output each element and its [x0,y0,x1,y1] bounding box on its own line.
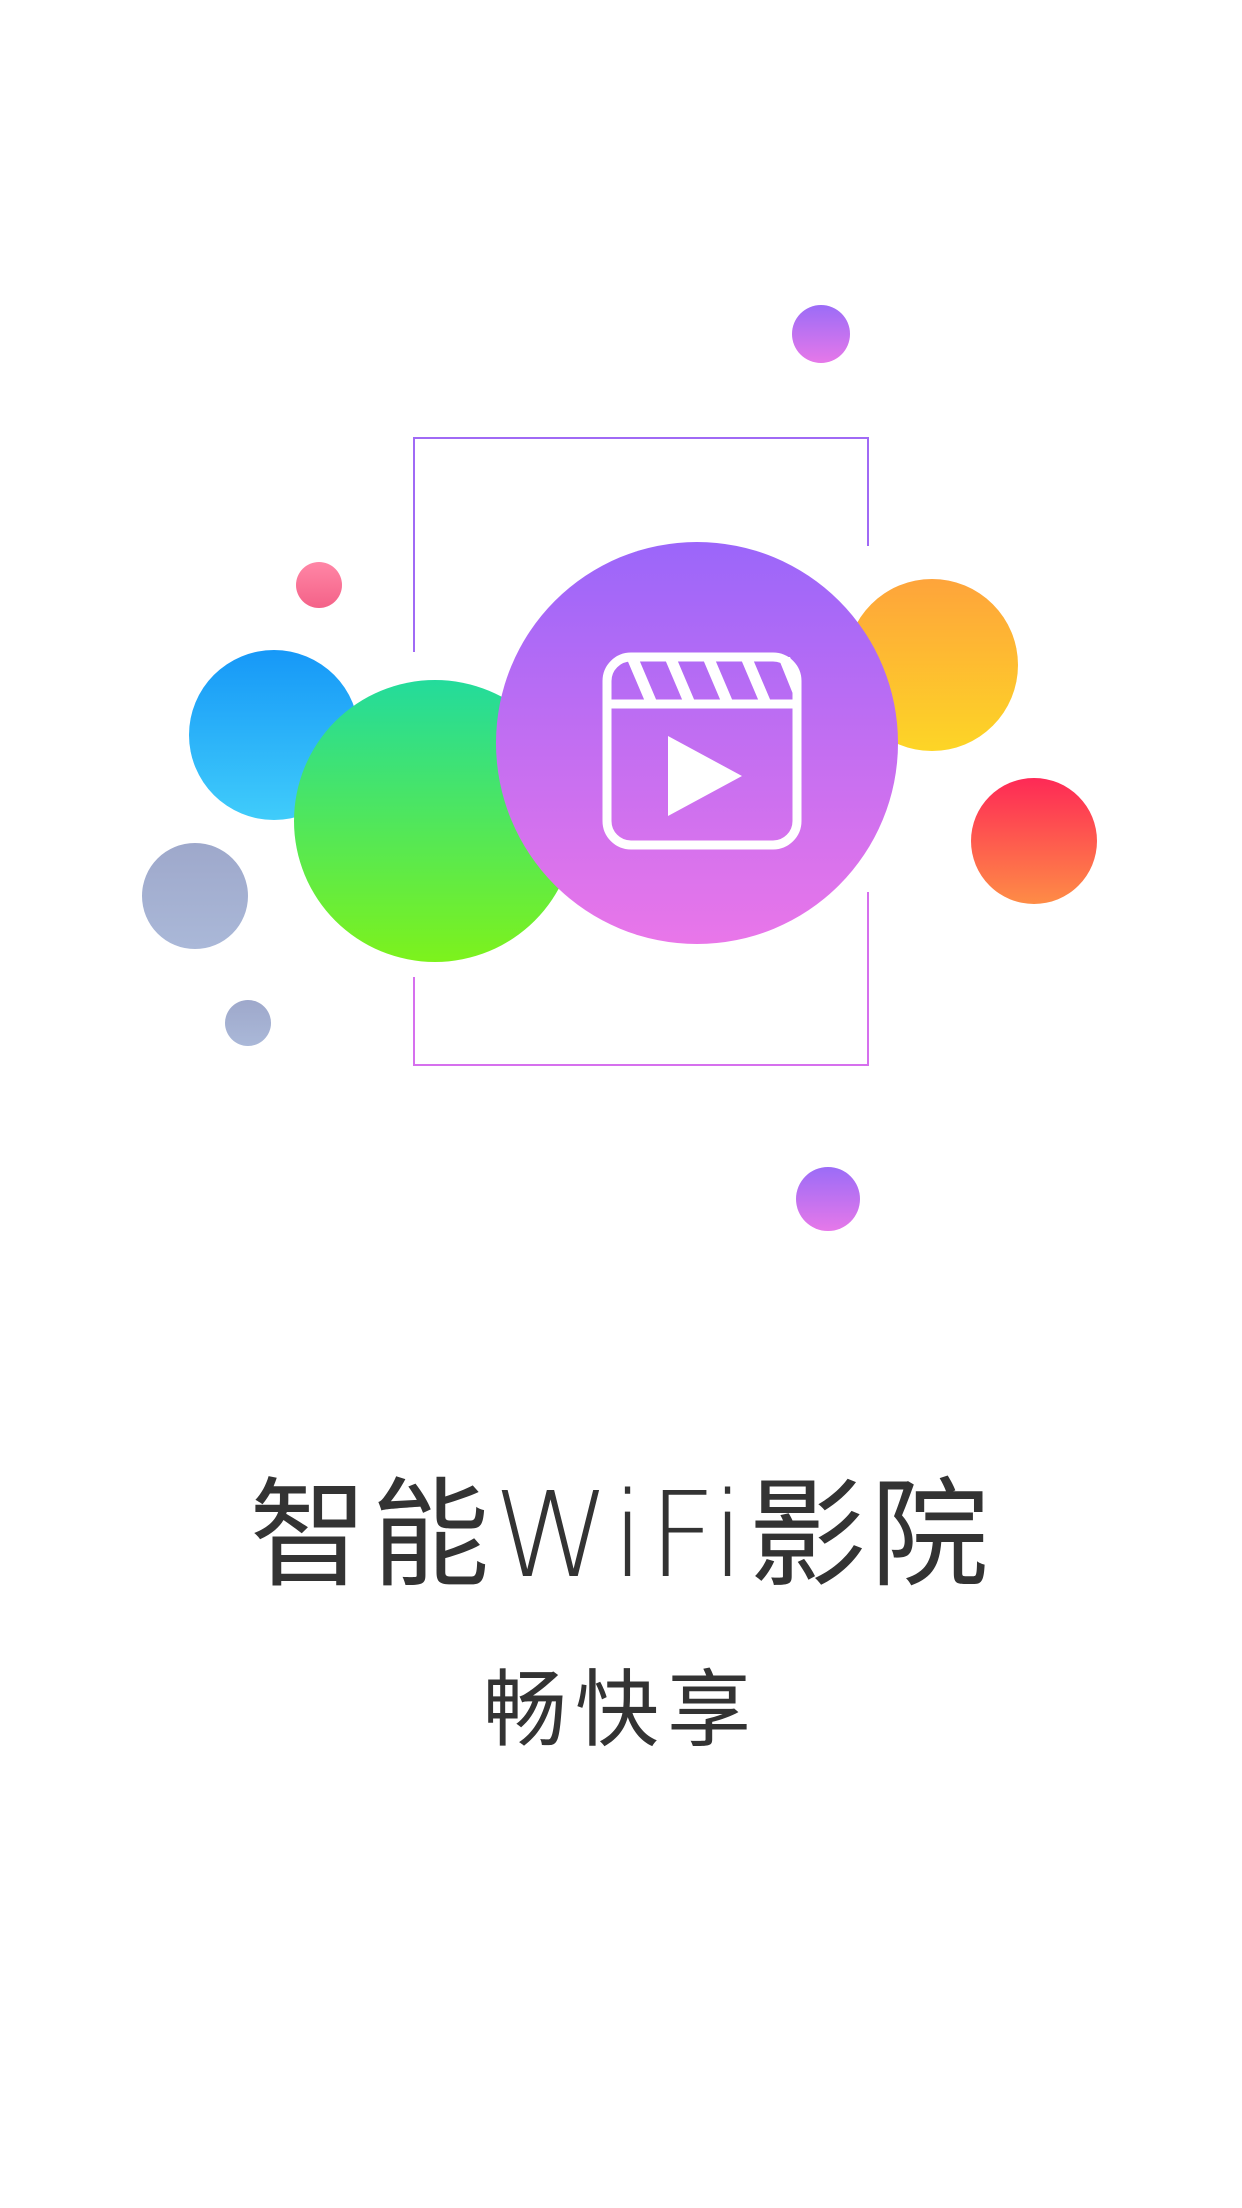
app-slogan: 畅快享 [482,1661,759,1759]
decor-bubble-violet-bottom [796,1167,860,1231]
decor-bubble-gray-small [225,1000,271,1046]
decorative-frame [413,437,869,1066]
clapperboard-play-icon [602,652,802,850]
splash-screen: 智能WiFi影院 畅快享 [0,0,1242,2208]
decor-bubble-pink [296,562,342,608]
decor-bubble-gray-large [142,843,248,949]
decor-bubble-violet-top [792,305,850,363]
app-title: 智能WiFi影院 [249,1466,993,1604]
decor-bubble-red [971,778,1097,904]
